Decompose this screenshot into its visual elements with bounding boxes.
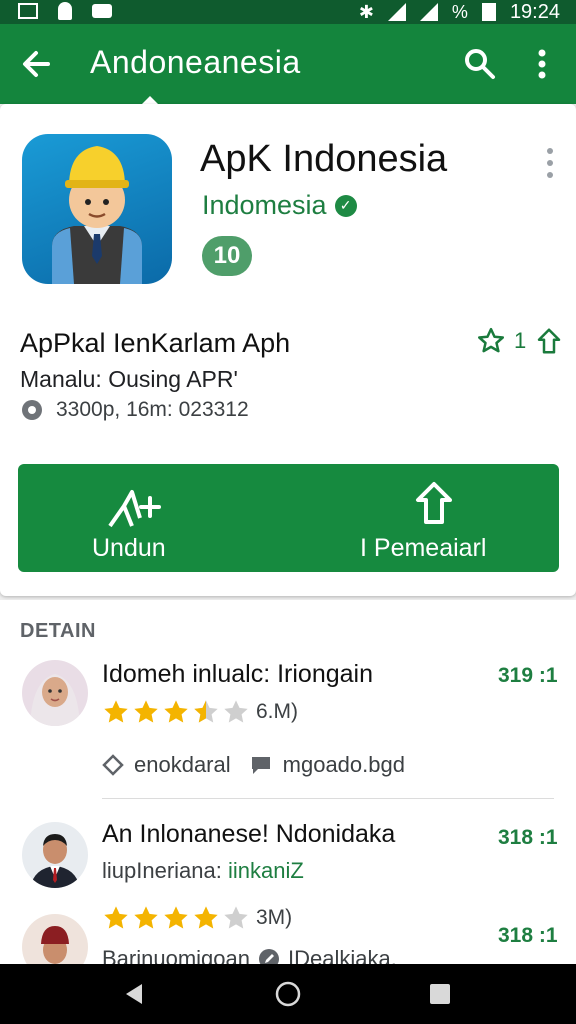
star-full-icon — [164, 700, 188, 723]
review-count: 318 :1 — [498, 826, 558, 849]
more-vert-icon — [547, 148, 553, 178]
back-button[interactable] — [18, 42, 58, 86]
rating-badge: 10 — [202, 236, 252, 276]
nav-recents-button[interactable] — [426, 980, 454, 1008]
avatar — [22, 660, 88, 726]
share-button[interactable]: I Pemeaiarl — [318, 464, 559, 572]
review-tags: enokdaral mgoado.bgd — [102, 752, 405, 778]
divider — [102, 798, 554, 799]
card-overflow-button[interactable] — [544, 146, 556, 180]
bluetooth-icon: ✱ — [358, 1, 374, 22]
search-button[interactable] — [462, 46, 498, 82]
nav-back-button[interactable] — [120, 980, 148, 1008]
app-title: ApK Indonesia — [200, 138, 448, 180]
install-label: Undun — [92, 534, 166, 562]
app-meta-line: Manalu: Ousing APR' — [20, 366, 238, 392]
share-upload-icon — [416, 482, 452, 524]
star-full-icon — [164, 906, 188, 929]
star-full-icon — [104, 906, 128, 929]
search-icon — [465, 49, 495, 79]
more-vert-icon — [538, 49, 546, 79]
review-subline-link[interactable]: iinkaniZ — [228, 858, 304, 883]
circle-home-icon — [275, 981, 301, 1007]
square-recents-icon — [430, 984, 450, 1004]
worker-avatar-icon — [52, 146, 142, 284]
review-subline-text: liupIneriana: — [102, 858, 222, 883]
star-full-icon — [104, 700, 128, 723]
nav-home-button[interactable] — [274, 980, 302, 1008]
tag-diamond-icon — [102, 754, 124, 776]
developer-name: Indomesia — [202, 190, 327, 220]
toolbar-pointer — [142, 96, 158, 104]
star-empty-icon — [224, 700, 248, 723]
share-outline-icon — [538, 328, 561, 354]
info-circle-icon — [22, 400, 42, 420]
avatar — [22, 822, 88, 888]
toolbar-title: Andoneanesia — [90, 44, 301, 80]
star-rating: 3M) — [102, 904, 292, 932]
install-icon — [108, 490, 161, 528]
wifi-signal-icon — [387, 3, 406, 21]
app-header-card: ApK Indonesia Indomesia ✓ 10 ApPkal IenK… — [0, 104, 576, 596]
status-time: 19:24 — [509, 0, 560, 23]
comment-icon — [251, 757, 270, 774]
review-count: 318 :1 — [498, 924, 558, 947]
image-notification-icon — [18, 3, 38, 19]
action-bar: Undun I Pemeaiarl — [18, 464, 559, 572]
cell-signal-icon — [419, 3, 438, 21]
app-toolbar: Andoneanesia — [0, 24, 576, 104]
wishlist-row[interactable]: 1 — [476, 326, 564, 356]
hijab-person-avatar-icon — [22, 660, 88, 726]
review-tag-1: enokdaral — [134, 752, 231, 777]
star-empty-icon — [224, 906, 248, 929]
system-nav-bar — [0, 964, 576, 1024]
review-total: 6.M) — [256, 700, 298, 723]
review-author: An Inlonanese! Ndonidaka — [102, 820, 396, 848]
star-rating: 6.M) — [102, 698, 298, 726]
app-info-text: 3300p, 16m: 023312 — [56, 398, 249, 421]
battery-icon — [481, 3, 496, 21]
man-suit-avatar-icon — [22, 822, 88, 888]
review-subline: liupIneriana: iinkaniZ — [102, 858, 304, 884]
review-total: 3M) — [256, 906, 293, 929]
app-info-row: 3300p, 16m: 023312 — [20, 398, 249, 422]
battery-percent: % — [451, 1, 468, 22]
install-button[interactable]: Undun — [18, 464, 248, 572]
review-count: 319 :1 — [498, 664, 558, 687]
app-icon[interactable] — [22, 134, 172, 284]
review-author: Idomeh inlualc: Iriongain — [102, 660, 373, 688]
review-tag-2: mgoado.bgd — [282, 752, 405, 777]
overflow-menu-button[interactable] — [528, 46, 556, 82]
arrow-left-icon — [23, 51, 50, 77]
developer-row[interactable]: Indomesia ✓ — [202, 190, 357, 221]
details-heading: DETAIN — [20, 620, 96, 642]
verified-check-icon: ✓ — [334, 194, 357, 217]
star-full-icon — [194, 906, 218, 929]
location-notification-icon — [58, 2, 72, 20]
star-full-icon — [134, 906, 158, 929]
star-full-icon — [134, 700, 158, 723]
share-label: I Pemeaiarl — [360, 534, 487, 562]
triangle-back-icon — [126, 984, 142, 1004]
status-bar: ✱ % 19:24 — [0, 0, 576, 24]
wishlist-count: 1 — [514, 328, 527, 353]
details-card: DETAIN Idomeh inlualc: Iriongain 319 :1 … — [0, 600, 576, 1024]
star-outline-icon — [478, 327, 504, 353]
star-half-icon — [194, 700, 218, 723]
app-subtitle: ApPkal IenKarlam Aph — [20, 328, 291, 358]
download-notification-icon — [92, 4, 112, 18]
